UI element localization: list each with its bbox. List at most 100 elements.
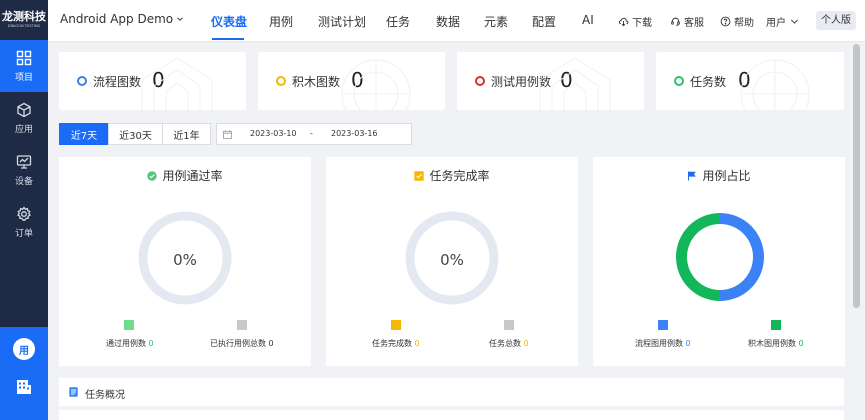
donut-slice-flowchart-cases[interactable]: [720, 213, 764, 301]
legend-swatch: [391, 320, 401, 330]
panel-title-text: 用例占比: [702, 169, 751, 183]
user-menu[interactable]: 用户: [766, 14, 800, 29]
case-proportion-panel: 用例占比 流程图用例数 0 积木图用例数 0: [593, 157, 845, 366]
tab-config[interactable]: 配置: [532, 13, 556, 30]
panel-title-text: 任务完成率: [429, 169, 490, 183]
tab-ai[interactable]: AI: [582, 13, 594, 27]
tab-cases[interactable]: 用例: [269, 13, 293, 30]
scrollbar-thumb[interactable]: [853, 44, 860, 308]
top-bar: Android App Demo 仪表盘 用例 测试计划 任务 数据 元素 配置…: [48, 0, 865, 42]
document-icon: [69, 387, 78, 397]
legend-value: 0: [148, 339, 154, 348]
tab-elements[interactable]: 元素: [484, 13, 508, 30]
range-1-year-button[interactable]: 近1年: [162, 123, 211, 145]
active-tab-indicator: [212, 38, 244, 40]
building-icon[interactable]: [14, 377, 34, 397]
decorative-circle-icon: [341, 59, 411, 110]
user-avatar[interactable]: 用: [13, 338, 35, 360]
tab-tasks[interactable]: 任务: [386, 13, 410, 30]
calendar-icon: [223, 130, 232, 139]
donut-slice-block-cases[interactable]: [676, 213, 720, 301]
panel-title: 任务完成率: [326, 167, 578, 184]
gear-icon: [17, 205, 31, 221]
pass-rate-ring: 0%: [138, 211, 232, 305]
stat-card-blocks: 积木图数 0: [258, 52, 445, 110]
help-button[interactable]: 帮助: [720, 14, 754, 29]
stat-card-tasks: 任务数 0: [656, 52, 844, 110]
customer-service-label: 客服: [684, 18, 704, 29]
legend-label: 任务完成数: [372, 339, 412, 348]
status-dot: [674, 76, 684, 86]
cube-icon: [17, 102, 31, 117]
customer-service-button[interactable]: 客服: [670, 14, 704, 29]
tab-test-plan[interactable]: 测试计划: [318, 13, 366, 30]
task-completion-panel: 任务完成率 0% 任务完成数 0 任务总数 0: [326, 157, 578, 366]
sidebar-item-project[interactable]: 项目: [0, 40, 48, 92]
chevron-down-icon: [177, 17, 183, 21]
legend-value: 0: [798, 339, 804, 348]
sidebar-item-label: 应用: [14, 124, 33, 135]
download-button[interactable]: 下载: [618, 14, 652, 29]
sidebar-item-label: 设备: [14, 176, 33, 187]
edition-badge[interactable]: 个人版: [816, 11, 856, 30]
end-date: 2023-03-16: [331, 129, 378, 138]
range-30-days-button[interactable]: 近30天: [108, 123, 163, 145]
legend-swatch: [124, 320, 134, 330]
legend-block-cases: 积木图用例数 0: [748, 338, 804, 349]
sidebar-item-app[interactable]: 应用: [0, 92, 48, 144]
legend-label: 已执行用例总数: [210, 339, 266, 348]
section-title: 任务概况: [85, 390, 125, 401]
legend-swatch: [658, 320, 668, 330]
monitor-icon: [16, 154, 32, 169]
logo-subtext: DRAGON TESTING: [7, 23, 41, 28]
legend-value: 0: [268, 339, 274, 348]
legend-total-tasks: 任务总数 0: [489, 338, 529, 349]
flag-icon: [688, 171, 697, 180]
chevron-down-icon: [790, 19, 799, 24]
legend-value: 0: [685, 339, 691, 348]
decorative-polygon-icon: [141, 57, 213, 110]
legend-label: 任务总数: [489, 339, 521, 348]
legend-swatch: [237, 320, 247, 330]
download-label: 下载: [632, 18, 652, 29]
check-circle-icon: [147, 170, 158, 181]
panel-title: 用例占比: [593, 167, 845, 184]
date-separator: -: [310, 129, 313, 138]
legend-swatch: [771, 320, 781, 330]
cloud-download-icon: [618, 17, 629, 27]
legend-value: 0: [414, 339, 420, 348]
legend-label: 通过用例数: [106, 339, 146, 348]
app-name: Android App Demo: [60, 12, 174, 26]
brand-logo: 龙测科技 DRAGON TESTING: [0, 0, 48, 40]
legend-value: 0: [523, 339, 529, 348]
completion-value: 0%: [440, 251, 464, 269]
date-range-picker[interactable]: 2023-03-10 - 2023-03-16: [216, 123, 412, 145]
sidebar-item-device[interactable]: 设备: [0, 144, 48, 196]
help-label: 帮助: [734, 18, 754, 29]
tab-data[interactable]: 数据: [436, 13, 460, 30]
completion-ring: 0%: [405, 211, 499, 305]
content-area: [59, 410, 844, 420]
sidebar-item-label: 订单: [14, 228, 33, 239]
legend-swatch: [504, 320, 514, 330]
tab-dashboard[interactable]: 仪表盘: [211, 13, 247, 30]
checkbox-icon: [414, 170, 425, 181]
stat-card-test-cases: 测试用例数 0: [457, 52, 644, 110]
grid-icon: [16, 50, 32, 65]
sidebar-item-order[interactable]: 订单: [0, 196, 48, 248]
task-overview-section: 任务概况: [59, 378, 844, 406]
app-selector[interactable]: Android App Demo: [60, 12, 184, 26]
pass-rate-value: 0%: [173, 251, 197, 269]
range-7-days-button[interactable]: 近7天: [59, 123, 109, 145]
legend-passed-cases: 通过用例数 0: [106, 338, 154, 349]
panel-title-text: 用例通过率: [162, 169, 223, 183]
stat-card-flowcharts: 流程图数 0: [59, 52, 246, 110]
headset-icon: [671, 17, 680, 26]
legend-flowchart-cases: 流程图用例数 0: [635, 338, 691, 349]
status-dot: [475, 76, 485, 86]
logo-text: 龙测科技: [2, 10, 46, 23]
start-date: 2023-03-10: [250, 129, 297, 138]
legend-completed-tasks: 任务完成数 0: [372, 338, 420, 349]
decorative-circle-icon: [740, 59, 810, 110]
legend-label: 流程图用例数: [635, 339, 683, 348]
